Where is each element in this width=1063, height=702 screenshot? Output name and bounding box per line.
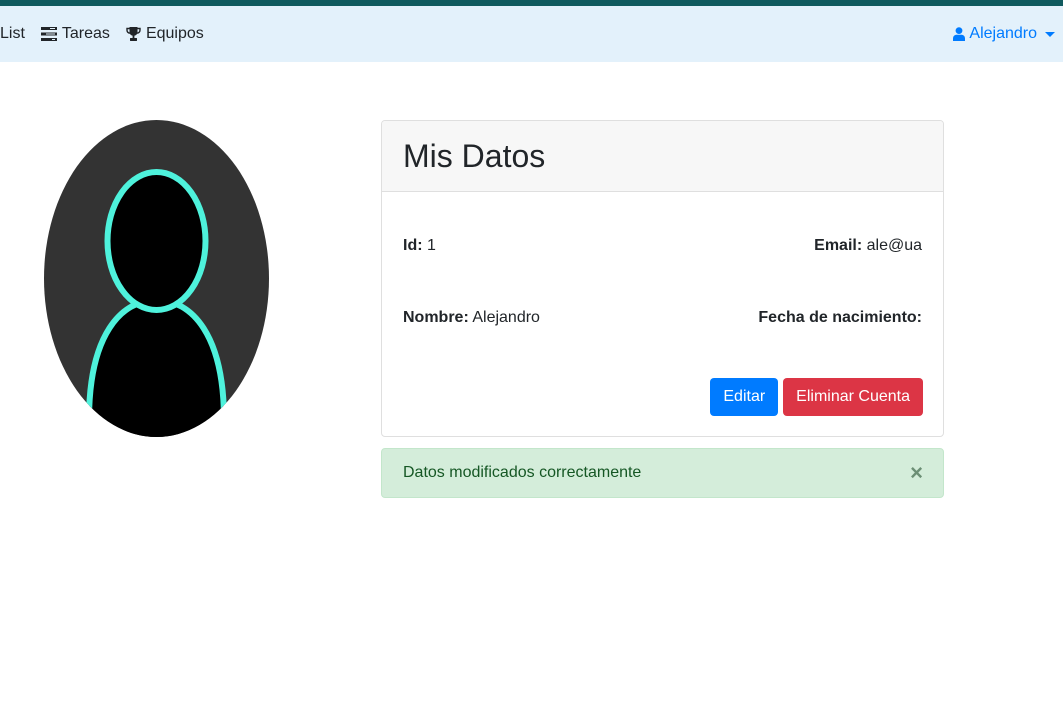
user-dropdown[interactable]: Alejandro	[953, 6, 1055, 62]
nav-item-list-label: List	[0, 25, 25, 42]
success-alert: Datos modificados correctamente ×	[381, 448, 944, 498]
fecha-label: Fecha de nacimiento:	[758, 309, 922, 326]
id-field: Id: 1	[403, 237, 436, 255]
fecha-field: Fecha de nacimiento:	[758, 309, 922, 327]
user-icon	[953, 27, 966, 41]
navbar: List Tareas Equipos Alejandro	[0, 6, 1063, 62]
nombre-label: Nombre:	[403, 309, 469, 326]
card-header: Mis Datos	[382, 121, 943, 192]
trophy-icon	[126, 27, 141, 41]
id-value: 1	[427, 237, 436, 254]
nombre-field: Nombre: Alejandro	[403, 309, 540, 327]
delete-account-button[interactable]: Eliminar Cuenta	[783, 378, 923, 416]
card-row-1: Id: 1 Email: ale@ua	[403, 237, 922, 255]
user-name: Alejandro	[969, 25, 1037, 42]
nav-item-equipos-label: Equipos	[145, 25, 204, 42]
edit-button[interactable]: Editar	[710, 378, 779, 416]
nombre-value: Alejandro	[472, 309, 540, 326]
tasks-icon	[40, 27, 57, 41]
id-label: Id:	[403, 237, 423, 254]
card-row-2: Nombre: Alejandro Fecha de nacimiento:	[403, 309, 922, 327]
nav-links: List Tareas Equipos	[0, 6, 220, 62]
email-value: ale@ua	[866, 237, 922, 254]
profile-card: Mis Datos Id: 1 Email: ale@ua Nombre: Al…	[381, 120, 944, 437]
nav-item-equipos[interactable]: Equipos	[126, 25, 204, 43]
chevron-down-icon	[1045, 31, 1055, 37]
close-icon[interactable]: ×	[910, 462, 923, 484]
nav-item-tareas[interactable]: Tareas	[40, 25, 110, 43]
card-actions: Editar Eliminar Cuenta	[705, 378, 923, 416]
avatar	[44, 120, 269, 437]
alert-message: Datos modificados correctamente	[403, 464, 642, 481]
email-field: Email: ale@ua	[814, 237, 922, 255]
email-label: Email:	[814, 237, 863, 254]
page-title: Mis Datos	[403, 137, 546, 174]
nav-item-list[interactable]: List	[0, 25, 25, 43]
nav-item-tareas-label: Tareas	[61, 25, 110, 42]
